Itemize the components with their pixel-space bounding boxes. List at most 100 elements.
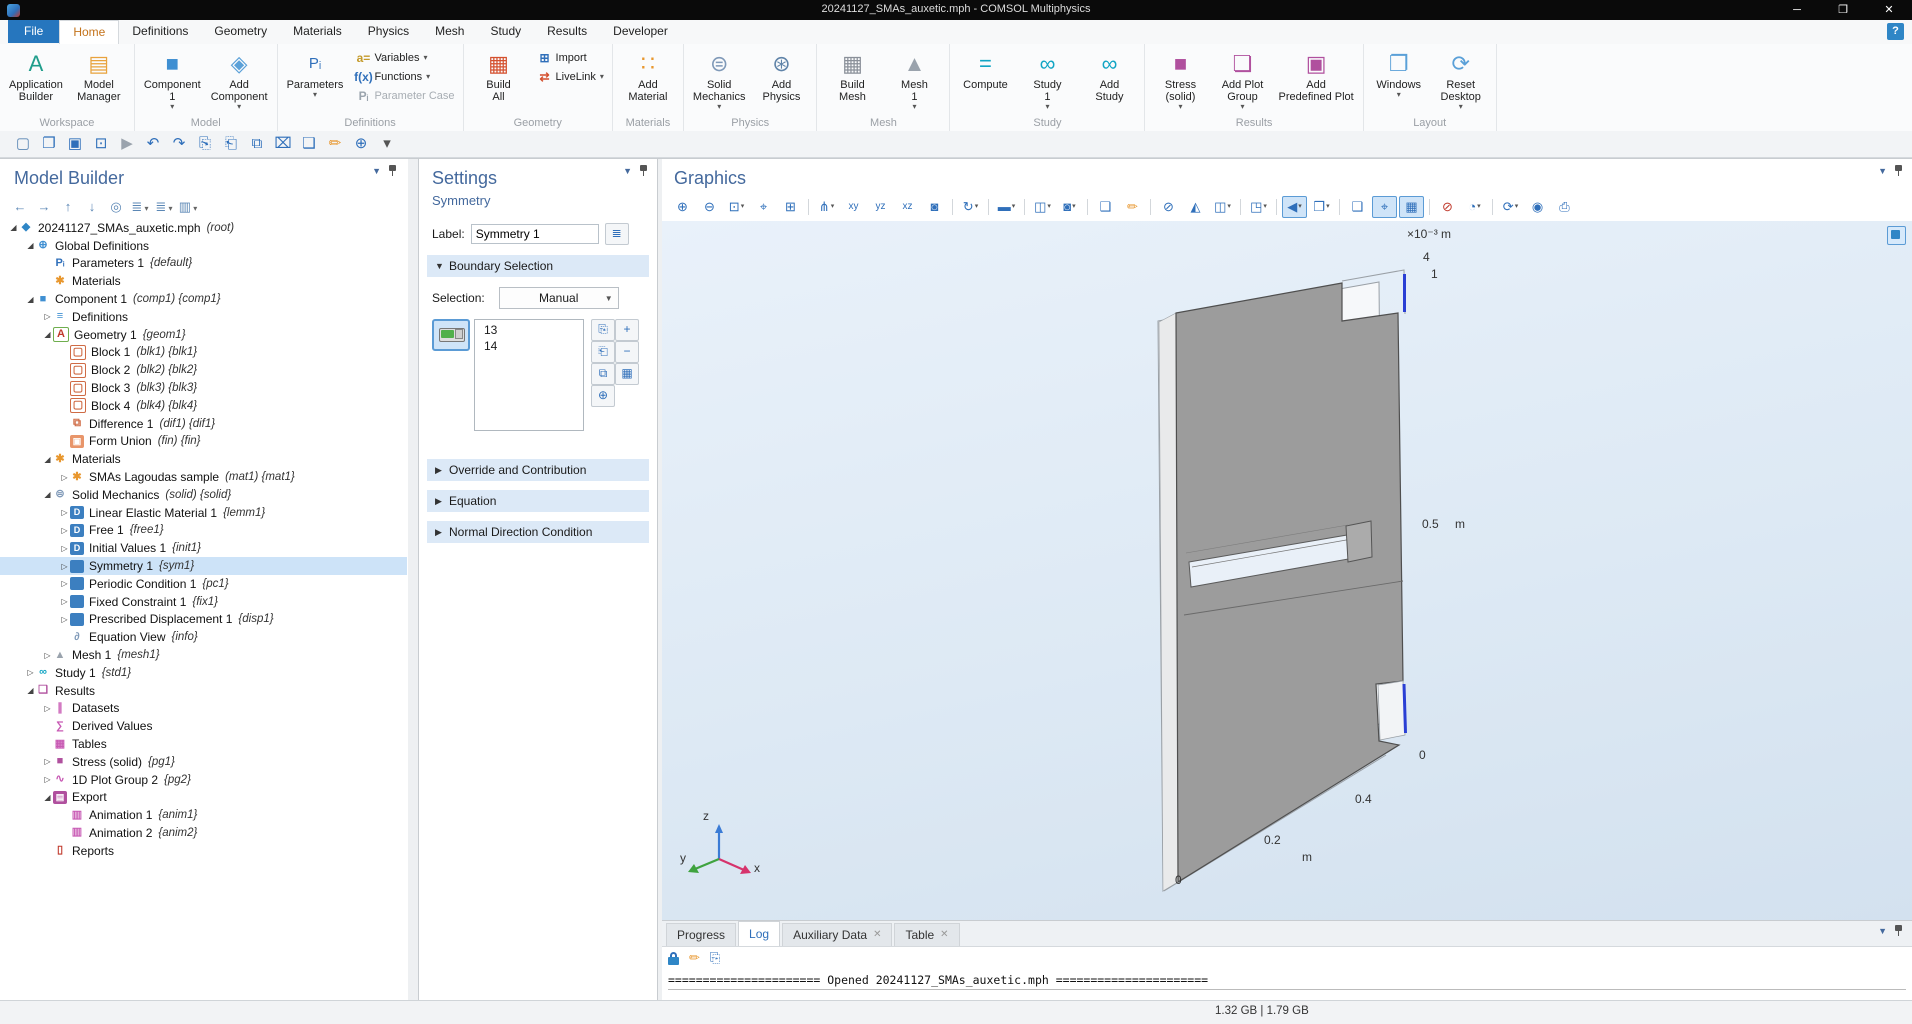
graphics-canvas[interactable]: z y x ×10⁻³ m410.5m00.40.2m0 [662, 221, 1912, 921]
hide-objects-icon[interactable]: ⊘ [1156, 196, 1181, 218]
expand-all-icon[interactable]: ≣ ▾ [154, 198, 174, 216]
close-tab-icon[interactable]: ✕ [873, 924, 881, 946]
move-down-icon[interactable]: ↓ [82, 198, 102, 216]
zoom-extents-icon[interactable]: ⌖ [751, 196, 776, 218]
scene-light-icon[interactable]: ◙▾ [1057, 196, 1082, 218]
copy-icon[interactable]: ⎘ [192, 133, 218, 155]
add-material-button[interactable]: ∷AddMaterial [617, 46, 679, 116]
zoom-out-icon[interactable]: ⊖ [697, 196, 722, 218]
menu-tab-home[interactable]: Home [59, 20, 119, 45]
more-icon[interactable]: ▾ [374, 133, 400, 155]
tree-node-definitions[interactable]: ▷≡Definitions [0, 308, 407, 326]
delete-icon[interactable]: ⌧ [270, 133, 296, 155]
show-grid-icon[interactable]: ▦ [1399, 196, 1424, 218]
tree-expander-icon[interactable]: ▷ [42, 757, 53, 766]
tree-node-materials[interactable]: ◢✱Materials [0, 450, 407, 468]
tree-node-stress-solid[interactable]: ▷■Stress (solid){pg1} [0, 753, 407, 771]
tab-table[interactable]: Table✕ [894, 923, 959, 946]
menu-tab-geometry[interactable]: Geometry [201, 20, 280, 43]
zoom-box-icon[interactable]: ⊡▾ [724, 196, 749, 218]
duplicate-icon[interactable]: ⧉ [244, 133, 270, 155]
appearance-icon[interactable]: ▬▾ [994, 196, 1019, 218]
parameters-button[interactable]: PᵢParameters▾ [282, 46, 349, 116]
view-yz-icon[interactable]: yz [868, 196, 893, 218]
redo-icon[interactable]: ↷ [166, 133, 192, 155]
tree-node-form-union[interactable]: ▣Form Union(fin) {fin} [0, 433, 407, 451]
tree-expander-icon[interactable]: ▷ [42, 775, 53, 784]
tree-node-prescribed-displacement-1[interactable]: ▷Prescribed Displacement 1{disp1} [0, 611, 407, 629]
boundary-selection-list[interactable]: 1314 [474, 319, 584, 431]
graphics-sidebar-button[interactable] [1887, 226, 1906, 245]
menu-tab-definitions[interactable]: Definitions [119, 20, 201, 43]
move-up-icon[interactable]: ↑ [58, 198, 78, 216]
tree-node-mesh-1[interactable]: ▷▲Mesh 1{mesh1} [0, 646, 407, 664]
tree-node-results[interactable]: ◢❏Results [0, 682, 407, 700]
create-selection-icon[interactable]: ⧉ [591, 363, 615, 385]
rotate-view-icon[interactable]: ↻▾ [958, 196, 983, 218]
close-tab-icon[interactable]: ✕ [940, 924, 948, 946]
tree-node-derived-values[interactable]: ∑Derived Values [0, 717, 407, 735]
study-1-button[interactable]: ∞Study1▾ [1016, 46, 1078, 116]
go-forward-icon[interactable]: → [34, 198, 54, 216]
tree-expander-icon[interactable]: ▷ [25, 668, 36, 677]
tree-node-solid-mechanics[interactable]: ◢⊜Solid Mechanics(solid) {solid} [0, 486, 407, 504]
lock-icon[interactable] [668, 952, 679, 965]
select-box-icon[interactable]: ❑ [296, 133, 322, 155]
functions-button[interactable]: f(x)Functions▾ [352, 67, 454, 86]
paste-selection-icon[interactable]: ⎗ [591, 341, 615, 363]
default-view-mode-icon[interactable]: ◀▾ [1282, 196, 1307, 218]
selection-item-13[interactable]: 13 [475, 322, 583, 338]
tree-expander-icon[interactable]: ▷ [59, 526, 70, 535]
zoom-to-selection-icon[interactable]: ⊞ [778, 196, 803, 218]
tree-node-global-definitions[interactable]: ◢⊕Global Definitions [0, 237, 407, 255]
tree-node-study-1[interactable]: ▷∞Study 1{std1} [0, 664, 407, 682]
paste-icon[interactable]: ⎗ [218, 133, 244, 155]
show-axes-icon[interactable]: ⌖ [1372, 196, 1397, 218]
tree-node-initial-values-1[interactable]: ▷DInitial Values 1{init1} [0, 539, 407, 557]
tree-node-linear-elastic-material-1[interactable]: ▷DLinear Elastic Material 1{lemm1} [0, 504, 407, 522]
variables-button[interactable]: a=Variables▾ [352, 48, 454, 67]
go-back-icon[interactable]: ← [10, 198, 30, 216]
selection-list-icon[interactable]: ▦ [615, 363, 639, 385]
menu-tab-results[interactable]: Results [534, 20, 600, 43]
tree-node-periodic-condition-1[interactable]: ▷Periodic Condition 1{pc1} [0, 575, 407, 593]
tree-node-animation-2[interactable]: ▥Animation 2{anim2} [0, 824, 407, 842]
go-to-default-view-icon[interactable]: ⋔▾ [814, 196, 839, 218]
pin-icon[interactable] [1895, 165, 1902, 176]
tree-node-1d-plot-group-2[interactable]: ▷∿1D Plot Group 2{pg2} [0, 771, 407, 789]
print-icon[interactable]: ⎙ [1552, 196, 1577, 218]
add-to-selection-icon[interactable]: + [615, 319, 639, 341]
zoom-in-icon[interactable]: ⊕ [670, 196, 695, 218]
scene-cube-icon[interactable]: ◳▾ [1246, 196, 1271, 218]
tree-expander-icon[interactable]: ◢ [42, 793, 53, 802]
disable-color-icon[interactable]: ⊘ [1435, 196, 1460, 218]
add-physics-button[interactable]: ⊛AddPhysics [750, 46, 812, 116]
add-study-button[interactable]: ∞AddStudy [1078, 46, 1140, 116]
windows-button[interactable]: ❐Windows▾ [1368, 46, 1430, 116]
tree-node-block-2[interactable]: ▢Block 2(blk2) {blk2} [0, 361, 407, 379]
solid-mechanics-button[interactable]: ⊜SolidMechanics▾ [688, 46, 751, 116]
tree-node-parameters-1[interactable]: PᵢParameters 1{default} [0, 255, 407, 273]
tree-node-export[interactable]: ◢▤Export [0, 789, 407, 807]
screenshot-icon[interactable]: ◉ [1525, 196, 1550, 218]
graphics-menu-icon[interactable]: ▼ [1878, 166, 1887, 176]
tree-expander-icon[interactable]: ▷ [42, 704, 53, 713]
compute-button[interactable]: =Compute [954, 46, 1016, 116]
tree-node-fixed-constraint-1[interactable]: ▷Fixed Constraint 1{fix1} [0, 593, 407, 611]
help-button[interactable]: ? [1887, 23, 1904, 40]
selection-dropdown[interactable]: Manual▼ [499, 287, 619, 309]
tree-expander-icon[interactable]: ▷ [59, 473, 70, 482]
tree-expander-icon[interactable]: ▷ [59, 508, 70, 517]
selection-item-14[interactable]: 14 [475, 338, 583, 354]
tree-node-geometry-1[interactable]: ◢AGeometry 1{geom1} [0, 326, 407, 344]
tree-expander-icon[interactable]: ▷ [42, 651, 53, 660]
tab-auxiliary-data[interactable]: Auxiliary Data✕ [782, 923, 892, 946]
tree-expander-icon[interactable]: ◢ [42, 455, 53, 464]
tree-node-materials[interactable]: ✱Materials [0, 272, 407, 290]
clear-log-icon[interactable]: ✏ [689, 950, 700, 966]
build-all-button[interactable]: ▦BuildAll [468, 46, 530, 116]
tree-node-tables[interactable]: ▦Tables [0, 735, 407, 753]
minimize-button[interactable]: ─ [1774, 0, 1820, 20]
stress-solid-button[interactable]: ■Stress(solid)▾ [1149, 46, 1211, 116]
tree-expander-icon[interactable]: ◢ [42, 490, 53, 499]
